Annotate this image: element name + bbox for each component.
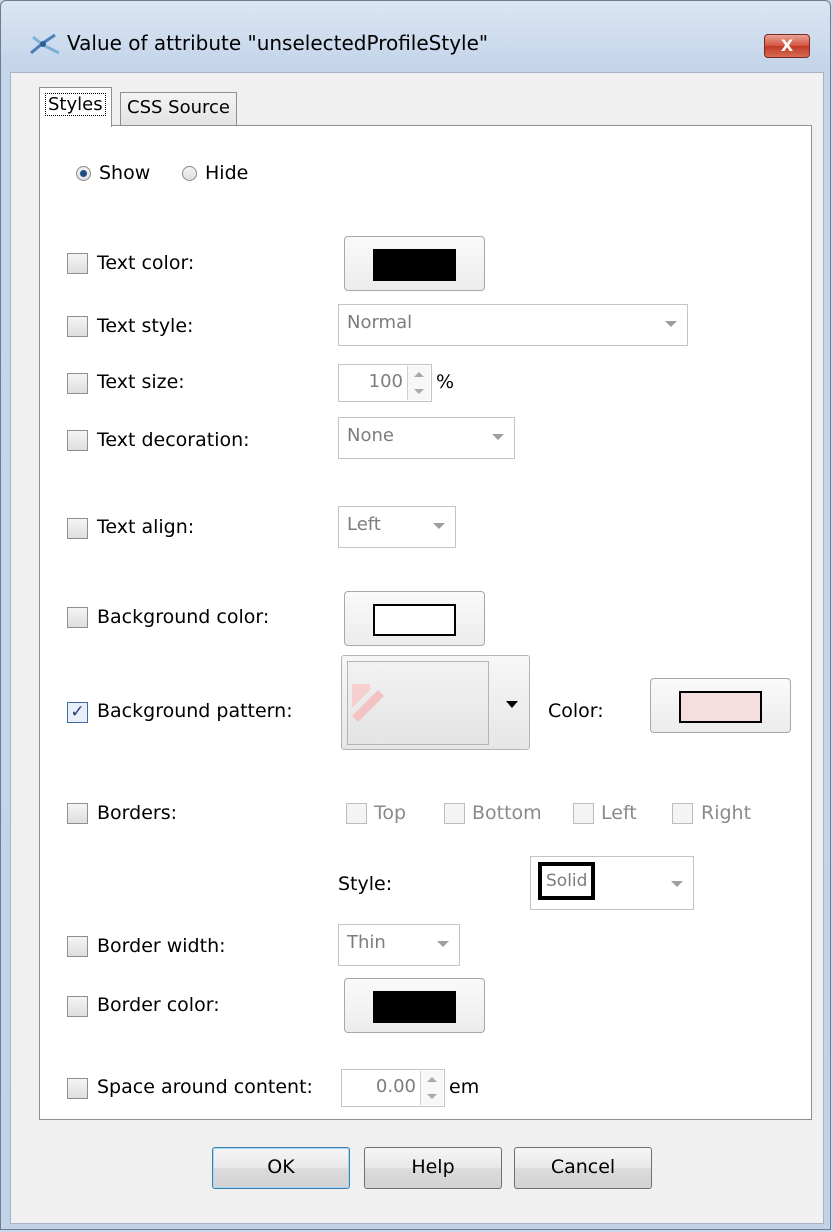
text-color-button[interactable] bbox=[344, 236, 485, 291]
spinner-arrows-icon[interactable] bbox=[420, 1071, 443, 1105]
title-bar: Value of attribute "unselectedProfileSty… bbox=[1, 1, 830, 61]
text-align-checkbox[interactable] bbox=[67, 518, 88, 539]
border-left-checkbox[interactable] bbox=[573, 803, 594, 824]
borders-checkbox[interactable] bbox=[67, 803, 88, 824]
border-color-checkbox[interactable] bbox=[67, 996, 88, 1017]
text-size-label: Text size: bbox=[97, 371, 185, 393]
space-around-value: 0.00 bbox=[375, 1076, 416, 1097]
chevron-down-icon bbox=[492, 434, 504, 440]
diagonal-pattern-icon bbox=[352, 684, 384, 722]
chevron-down-icon bbox=[506, 701, 518, 708]
dialog-window: Value of attribute "unselectedProfileSty… bbox=[0, 0, 831, 1230]
chevron-down-icon bbox=[437, 941, 449, 947]
pattern-color-swatch bbox=[679, 691, 762, 723]
show-radio[interactable] bbox=[76, 166, 91, 181]
close-button[interactable]: X bbox=[764, 34, 810, 58]
tab-css-source[interactable]: CSS Source bbox=[120, 92, 237, 126]
chevron-down-icon bbox=[671, 881, 683, 887]
border-right-checkbox[interactable] bbox=[672, 803, 693, 824]
space-around-spinner[interactable]: 0.00 bbox=[341, 1069, 445, 1107]
borders-label: Borders: bbox=[97, 802, 177, 824]
chevron-down-icon bbox=[665, 321, 677, 327]
show-label: Show bbox=[99, 162, 151, 184]
chevron-down-icon bbox=[433, 523, 445, 529]
background-color-swatch bbox=[373, 604, 456, 636]
background-pattern-label: Background pattern: bbox=[97, 700, 293, 722]
text-decoration-value: None bbox=[347, 425, 394, 446]
text-color-swatch bbox=[373, 249, 456, 281]
text-align-select[interactable]: Left bbox=[338, 506, 456, 548]
spinner-arrows-icon[interactable] bbox=[407, 366, 430, 400]
border-color-label: Border color: bbox=[97, 994, 220, 1016]
text-size-spinner[interactable]: 100 bbox=[338, 364, 432, 402]
app-icon bbox=[30, 33, 60, 55]
background-pattern-select[interactable] bbox=[341, 655, 530, 750]
text-size-unit: % bbox=[436, 371, 455, 393]
text-style-value: Normal bbox=[347, 312, 413, 333]
text-color-checkbox[interactable] bbox=[67, 253, 88, 274]
border-color-swatch bbox=[373, 991, 456, 1023]
window-title: Value of attribute "unselectedProfileSty… bbox=[67, 31, 489, 55]
border-width-select[interactable]: Thin bbox=[338, 924, 460, 966]
text-color-label: Text color: bbox=[97, 252, 195, 274]
border-bottom-label: Bottom bbox=[472, 802, 542, 824]
border-top-label: Top bbox=[374, 802, 407, 824]
text-decoration-checkbox[interactable] bbox=[67, 430, 88, 451]
space-around-checkbox[interactable] bbox=[67, 1078, 88, 1099]
pattern-color-button[interactable] bbox=[650, 678, 791, 733]
cancel-button[interactable]: Cancel bbox=[514, 1147, 652, 1189]
text-size-checkbox[interactable] bbox=[67, 373, 88, 394]
background-color-label: Background color: bbox=[97, 606, 270, 628]
dialog-client: Styles CSS Source Show Hide Text color: … bbox=[10, 72, 824, 1224]
text-align-value: Left bbox=[347, 514, 381, 535]
pattern-color-label: Color: bbox=[548, 700, 604, 722]
background-color-button[interactable] bbox=[344, 591, 485, 646]
border-bottom-checkbox[interactable] bbox=[444, 803, 465, 824]
text-align-label: Text align: bbox=[97, 516, 195, 538]
pattern-preview bbox=[347, 661, 489, 745]
background-pattern-checkbox[interactable]: ✓ bbox=[67, 702, 88, 723]
border-width-value: Thin bbox=[347, 932, 386, 953]
text-style-select[interactable]: Normal bbox=[338, 304, 688, 346]
border-width-checkbox[interactable] bbox=[67, 936, 88, 957]
border-left-label: Left bbox=[601, 802, 637, 824]
border-style-select[interactable]: Solid bbox=[530, 856, 694, 910]
border-style-label: Style: bbox=[338, 873, 393, 895]
space-around-label: Space around content: bbox=[97, 1076, 313, 1098]
text-style-label: Text style: bbox=[97, 315, 194, 337]
tab-styles[interactable]: Styles bbox=[39, 87, 112, 127]
tab-css-source-label: CSS Source bbox=[127, 97, 230, 118]
hide-radio[interactable] bbox=[182, 166, 197, 181]
text-style-checkbox[interactable] bbox=[67, 316, 88, 337]
styles-panel: Show Hide Text color: Text style: Normal… bbox=[39, 125, 812, 1120]
border-color-button[interactable] bbox=[344, 978, 485, 1033]
background-color-checkbox[interactable] bbox=[67, 607, 88, 628]
help-button[interactable]: Help bbox=[364, 1147, 502, 1189]
text-decoration-select[interactable]: None bbox=[338, 417, 515, 459]
border-top-checkbox[interactable] bbox=[346, 803, 367, 824]
hide-label: Hide bbox=[205, 162, 249, 184]
text-decoration-label: Text decoration: bbox=[97, 429, 250, 451]
tab-styles-label: Styles bbox=[45, 93, 106, 116]
border-right-label: Right bbox=[701, 802, 752, 824]
border-style-value: Solid bbox=[538, 862, 596, 900]
border-width-label: Border width: bbox=[97, 935, 226, 957]
space-around-unit: em bbox=[449, 1076, 480, 1098]
text-size-value: 100 bbox=[368, 371, 403, 392]
ok-button[interactable]: OK bbox=[212, 1147, 350, 1189]
